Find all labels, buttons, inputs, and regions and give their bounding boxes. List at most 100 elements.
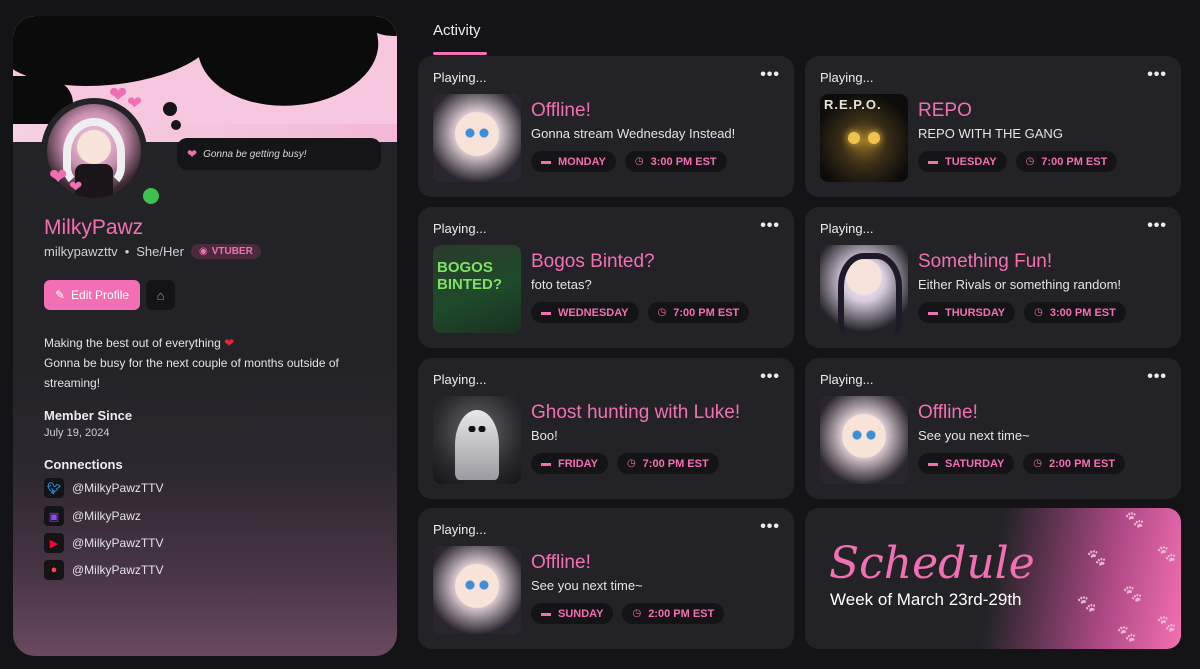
time-chip: ◷ 2:00 PM EST bbox=[1023, 453, 1126, 474]
calendar-icon: ▬ bbox=[541, 307, 551, 318]
activity-card-monday[interactable]: Playing... ••• Offline! Gonna stream Wed… bbox=[418, 56, 794, 197]
heart-decoration-icon: ❤ bbox=[69, 179, 83, 196]
connection-twitch[interactable]: ▣ @MilkyPawz bbox=[44, 506, 141, 526]
activity-description: Either Rivals or something random! bbox=[918, 277, 1122, 292]
time-label: 7:00 PM EST bbox=[1041, 155, 1108, 168]
activity-title: Bogos Binted? bbox=[531, 251, 655, 272]
paw-icon: 🐾︎ bbox=[1121, 584, 1144, 604]
activity-card-thursday[interactable]: Playing... ••• Something Fun! Either Riv… bbox=[805, 207, 1181, 348]
more-options-icon[interactable]: ••• bbox=[760, 368, 780, 386]
home-icon: ⌂ bbox=[156, 287, 165, 303]
schedule-banner: 🐾︎ 🐾︎ 🐾︎ 🐾︎ 🐾︎ 🐾︎ 🐾︎ Schedule Week of Ma… bbox=[805, 508, 1181, 649]
activity-description: Gonna stream Wednesday Instead! bbox=[531, 126, 736, 141]
day-label: WEDNESDAY bbox=[558, 306, 629, 319]
member-since-date: July 19, 2024 bbox=[44, 427, 110, 439]
activity-description: See you next time~ bbox=[531, 578, 643, 593]
day-chip: ▬ SATURDAY bbox=[918, 453, 1015, 474]
tab-activity[interactable]: Activity bbox=[433, 22, 481, 39]
edit-profile-button[interactable]: ✎ Edit Profile bbox=[44, 280, 140, 310]
calendar-icon: ▬ bbox=[928, 458, 938, 469]
time-label: 3:00 PM EST bbox=[1049, 306, 1116, 319]
twitch-icon: ▣ bbox=[44, 506, 64, 526]
more-options-icon[interactable]: ••• bbox=[1147, 66, 1167, 84]
time-label: 2:00 PM EST bbox=[1049, 457, 1116, 470]
calendar-icon: ▬ bbox=[928, 156, 938, 167]
badge-icon: ◉ bbox=[198, 246, 208, 257]
day-chip: ▬ FRIDAY bbox=[531, 453, 608, 474]
pencil-icon: ✎ bbox=[54, 288, 66, 302]
day-label: SUNDAY bbox=[558, 607, 604, 620]
heart-decoration-icon: ❤ bbox=[127, 93, 143, 113]
connections-heading: Connections bbox=[44, 457, 123, 472]
paw-icon: 🐾︎ bbox=[1155, 614, 1178, 634]
activity-card-saturday[interactable]: Playing... ••• Offline! See you next tim… bbox=[805, 358, 1181, 499]
schedule-title: Schedule bbox=[829, 538, 1035, 589]
more-options-icon[interactable]: ••• bbox=[760, 217, 780, 235]
time-chip: ◷ 7:00 PM EST bbox=[647, 302, 750, 323]
clock-icon: ◷ bbox=[1025, 156, 1035, 167]
activity-thumbnail bbox=[820, 245, 908, 333]
paw-icon: 🐾︎ bbox=[1155, 544, 1178, 564]
calendar-icon: ▬ bbox=[541, 608, 551, 619]
activity-title: Offline! bbox=[918, 402, 978, 423]
day-chip: ▬ SUNDAY bbox=[531, 603, 614, 624]
connection-handle: @MilkyPawzTTV bbox=[72, 563, 164, 577]
bio-line-2: Gonna be busy for the next couple of mon… bbox=[44, 356, 339, 390]
day-chip: ▬ MONDAY bbox=[531, 151, 616, 172]
clock-icon: ◷ bbox=[657, 307, 667, 318]
heart-decoration-icon: ❤ bbox=[49, 164, 68, 189]
connection-handle: @MilkyPawzTTV bbox=[72, 481, 164, 495]
home-button[interactable]: ⌂ bbox=[146, 280, 175, 310]
playing-label: Playing... bbox=[820, 221, 874, 236]
day-chip: ▬ THURSDAY bbox=[918, 302, 1016, 323]
activity-card-wednesday[interactable]: Playing... ••• BOGOS BINTED? Bogos Binte… bbox=[418, 207, 794, 348]
time-chip: ◷ 3:00 PM EST bbox=[1024, 302, 1126, 323]
more-options-icon[interactable]: ••• bbox=[1147, 368, 1167, 386]
more-options-icon[interactable]: ••• bbox=[1147, 217, 1167, 235]
time-chip: ◷ 7:00 PM EST bbox=[616, 453, 719, 474]
activity-card-friday[interactable]: Playing... ••• Ghost hunting with Luke! … bbox=[418, 358, 794, 499]
thought-dot bbox=[163, 102, 177, 116]
twitter-icon: 🐦︎ bbox=[44, 478, 64, 498]
schedule-week: Week of March 23rd-29th bbox=[830, 590, 1022, 609]
badge-label: VTUBER bbox=[211, 246, 253, 257]
activity-thumbnail bbox=[433, 94, 521, 182]
day-label: MONDAY bbox=[558, 155, 606, 168]
playing-label: Playing... bbox=[433, 221, 487, 236]
playing-label: Playing... bbox=[433, 372, 487, 387]
time-chip: ◷ 2:00 PM EST bbox=[622, 603, 725, 624]
clock-icon: ◷ bbox=[1034, 307, 1043, 318]
activity-title: Offline! bbox=[531, 552, 591, 573]
playing-label: Playing... bbox=[433, 522, 487, 537]
activity-title: Ghost hunting with Luke! bbox=[531, 402, 741, 423]
connection-youtube[interactable]: ▶ @MilkyPawzTTV bbox=[44, 533, 164, 553]
more-options-icon[interactable]: ••• bbox=[760, 518, 780, 536]
online-status-indicator bbox=[139, 184, 163, 208]
bio-line-1: Making the best out of everything bbox=[44, 336, 221, 350]
activity-card-tuesday[interactable]: Playing... ••• R.E.P.O. REPO REPO WITH T… bbox=[805, 56, 1181, 197]
calendar-icon: ▬ bbox=[541, 458, 551, 469]
more-options-icon[interactable]: ••• bbox=[760, 66, 780, 84]
heart-decoration-icon: ❤ bbox=[109, 82, 128, 107]
patreon-icon: ● bbox=[44, 560, 64, 580]
connection-twitter[interactable]: 🐦︎ @MilkyPawzTTV bbox=[44, 478, 164, 498]
activity-title: Something Fun! bbox=[918, 251, 1053, 272]
heart-icon: ❤ bbox=[187, 147, 198, 161]
username: milkypawzttv bbox=[44, 244, 118, 259]
activity-title: Offline! bbox=[531, 100, 591, 121]
activity-description: Boo! bbox=[531, 428, 558, 443]
custom-status: ❤ Gonna be getting busy! bbox=[177, 138, 381, 170]
activity-thumbnail bbox=[433, 546, 521, 634]
day-label: TUESDAY bbox=[945, 155, 997, 168]
time-label: 7:00 PM EST bbox=[642, 457, 709, 470]
activity-thumbnail bbox=[433, 396, 521, 484]
activity-card-sunday[interactable]: Playing... ••• Offline! See you next tim… bbox=[418, 508, 794, 649]
separator: • bbox=[124, 244, 130, 259]
connection-patreon[interactable]: ● @MilkyPawzTTV bbox=[44, 560, 164, 580]
time-label: 7:00 PM EST bbox=[673, 306, 740, 319]
edit-profile-label: Edit Profile bbox=[71, 288, 130, 302]
custom-status-text: Gonna be getting busy! bbox=[203, 148, 307, 160]
pronouns: She/Her bbox=[136, 244, 184, 259]
activity-thumbnail bbox=[820, 396, 908, 484]
bio: Making the best out of everything ❤ Gonn… bbox=[44, 333, 364, 393]
